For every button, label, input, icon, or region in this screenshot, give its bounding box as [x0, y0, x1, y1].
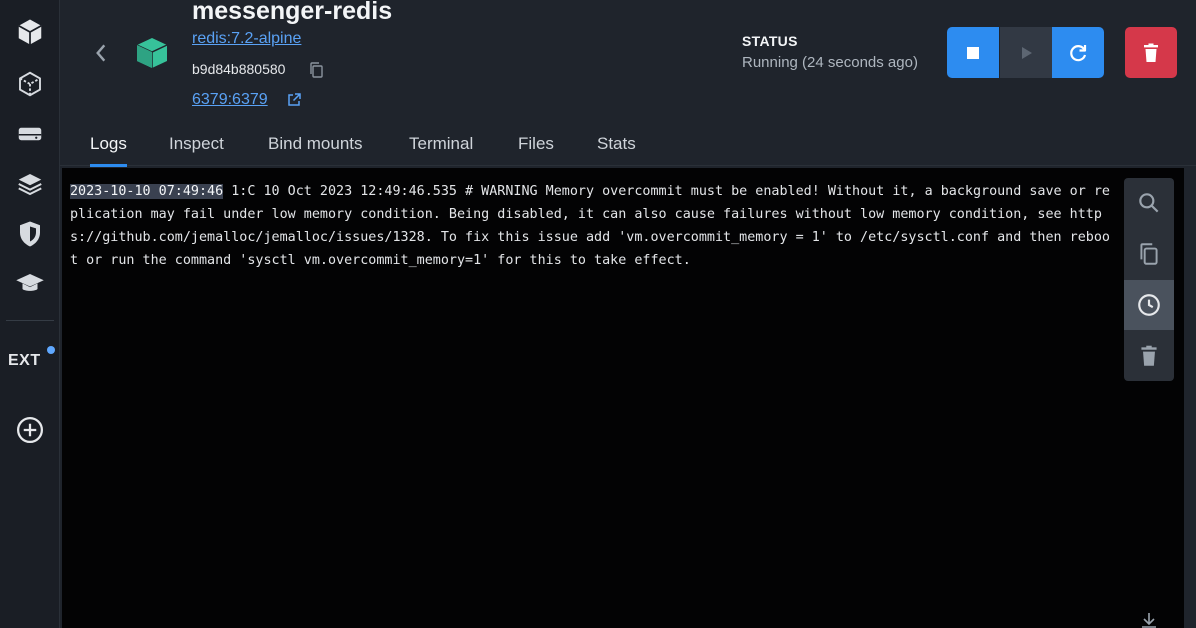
builds-icon[interactable] [10, 166, 50, 202]
restart-button[interactable] [1052, 27, 1104, 78]
container-title: messenger-redis [192, 0, 393, 25]
status-value: Running (24 seconds ago) [742, 54, 918, 71]
status-label: STATUS [742, 33, 798, 49]
trash-icon [1144, 43, 1158, 62]
copy-logs-button[interactable] [1124, 229, 1174, 279]
log-viewer[interactable]: 2023-10-10 07:49:46 1:C 10 Oct 2023 12:4… [62, 168, 1184, 628]
volumes-icon[interactable] [10, 116, 50, 152]
stop-icon [967, 46, 979, 59]
tab-files[interactable]: Files [518, 134, 554, 164]
clear-logs-button[interactable] [1124, 331, 1174, 381]
trash-icon [1141, 345, 1157, 366]
search-logs-button[interactable] [1124, 178, 1174, 228]
containers-icon[interactable] [10, 14, 50, 50]
tab-bind-mounts[interactable]: Bind mounts [268, 134, 363, 164]
learning-icon[interactable] [10, 266, 50, 302]
back-button[interactable] [90, 40, 112, 66]
search-icon [1139, 193, 1159, 213]
play-icon [1022, 46, 1032, 59]
port-link[interactable]: 6379:6379 [192, 91, 268, 109]
tab-inspect[interactable]: Inspect [169, 134, 224, 164]
copy-icon[interactable] [308, 61, 324, 79]
scroll-to-bottom-icon[interactable] [1138, 612, 1160, 628]
log-timestamp: 2023-10-10 07:49:46 [70, 184, 224, 199]
extensions-badge [47, 346, 55, 354]
chevron-left-icon [96, 44, 106, 62]
container-id: b9d84b880580 [192, 61, 286, 77]
extensions-label[interactable]: EXT [8, 352, 41, 370]
add-extension-icon[interactable] [10, 412, 50, 448]
scout-icon[interactable] [10, 216, 50, 252]
tab-stats[interactable]: Stats [597, 134, 636, 164]
start-button[interactable] [1000, 27, 1052, 78]
toggle-timestamps-button[interactable] [1124, 280, 1174, 330]
tab-bar: Logs Inspect Bind mounts Terminal Files … [60, 126, 1196, 167]
rail-divider [6, 320, 54, 321]
container-icon [136, 38, 168, 68]
tab-terminal[interactable]: Terminal [409, 134, 473, 164]
sidebar: EXT [0, 0, 60, 628]
clock-icon [1138, 294, 1160, 316]
tab-logs[interactable]: Logs [90, 134, 127, 167]
images-icon[interactable] [10, 66, 50, 102]
stop-button[interactable] [947, 27, 999, 78]
copy-icon [1140, 243, 1158, 265]
delete-button[interactable] [1125, 27, 1177, 78]
image-link[interactable]: redis:7.2-alpine [192, 30, 301, 48]
log-toolbar [1124, 178, 1174, 381]
log-message: 1:C 10 Oct 2023 12:49:46.535 # WARNING M… [70, 184, 1110, 268]
restart-icon [1070, 44, 1087, 61]
external-link-icon[interactable] [286, 92, 302, 108]
log-line: 2023-10-10 07:49:46 1:C 10 Oct 2023 12:4… [70, 180, 1118, 272]
